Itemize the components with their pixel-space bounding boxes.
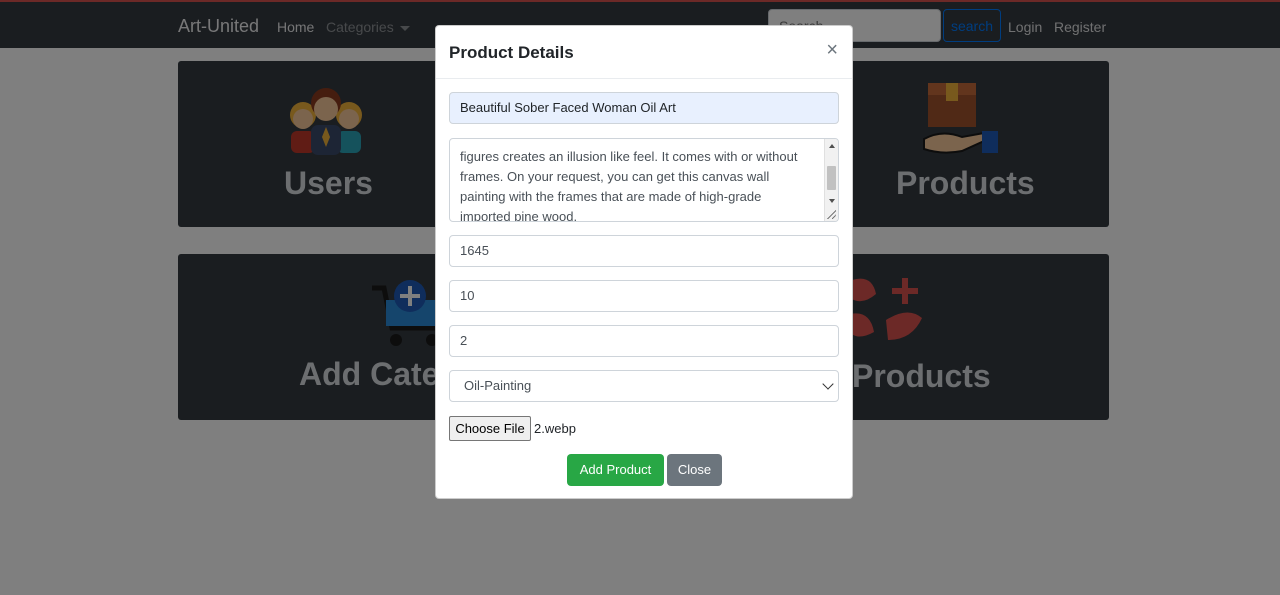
product-name-input[interactable]: Beautiful Sober Faced Woman Oil Art [449,92,839,124]
category-selected-value: Oil-Painting [464,378,532,393]
description-line: figures creates an illusion like feel. I… [460,149,798,164]
resize-handle-icon[interactable] [827,210,836,219]
price-input[interactable]: 1645 [449,235,839,267]
textarea-scrollbar[interactable] [824,139,838,221]
modal-header: Product Details × [436,26,852,79]
close-button[interactable]: Close [667,454,722,486]
choose-file-button[interactable]: Choose File [449,416,531,441]
description-line: painting with the frames that are made o… [460,189,762,204]
scroll-thumb[interactable] [827,166,836,190]
chevron-down-icon [822,378,834,390]
quantity-input[interactable]: 10 [449,280,839,312]
description-line: frames. On your request, you can get thi… [460,169,770,184]
product-description-textarea[interactable]: figures creates an illusion like feel. I… [449,138,839,222]
category-select[interactable]: Oil-Painting [449,370,839,402]
file-name-label: 2.webp [534,421,576,436]
add-product-button[interactable]: Add Product [567,454,664,486]
close-icon[interactable]: × [826,40,838,60]
scroll-down-icon[interactable] [829,199,835,203]
discount-input[interactable]: 2 [449,325,839,357]
description-line: imported pine wood. [460,209,578,222]
scroll-up-icon[interactable] [829,144,835,148]
modal-title: Product Details [449,43,574,62]
product-details-modal: Product Details × Beautiful Sober Faced … [435,25,853,499]
